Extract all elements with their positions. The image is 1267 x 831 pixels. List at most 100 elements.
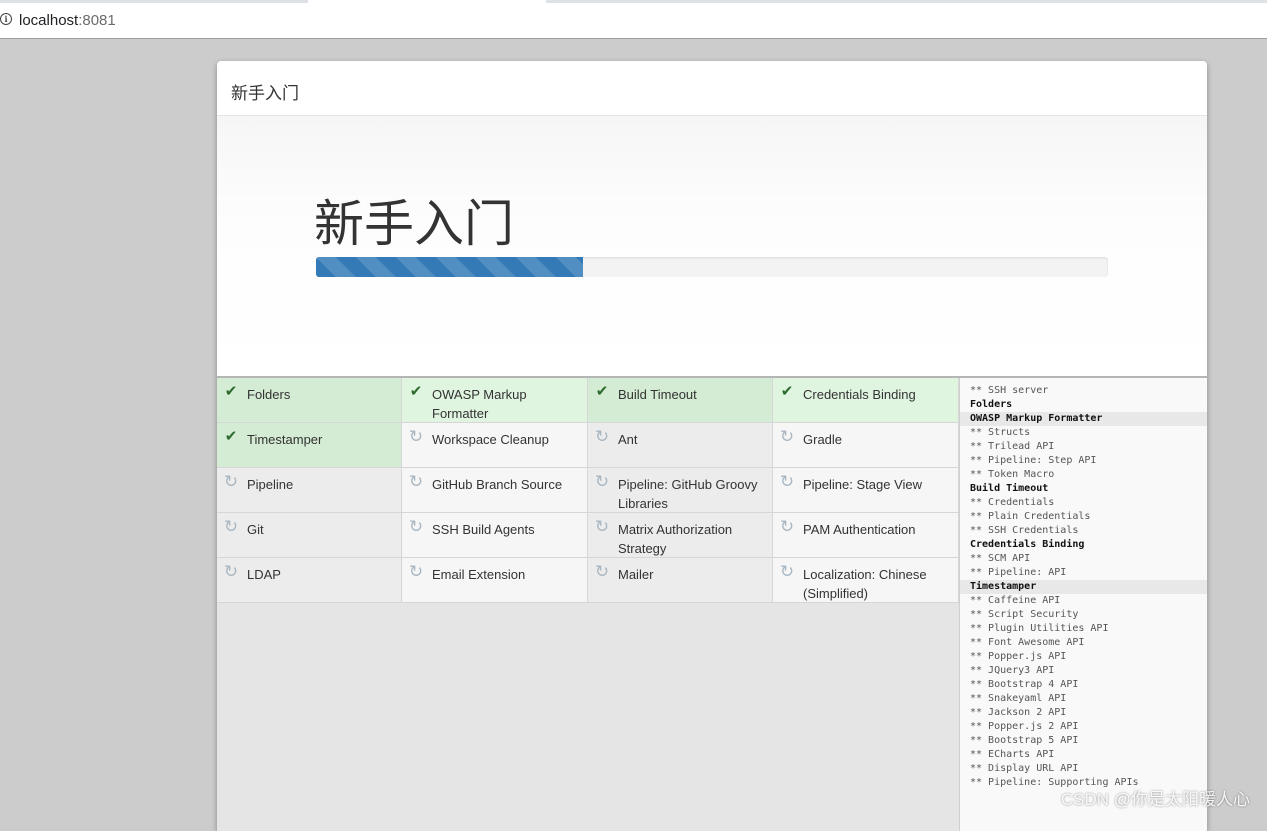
log-dependency-line: ** Popper.js API [970,651,1067,662]
plugin-name: Folders [247,387,291,402]
plugin-name: Matrix Authorization Strategy [618,522,733,556]
plugin-name: GitHub Branch Source [432,477,563,492]
sync-icon: ↻ [594,562,610,581]
log-dependency-line: ** Pipeline: Step API [970,455,1097,466]
install-log[interactable]: ** SSH server Folders OWASP Markup Formatt… [959,378,1207,831]
plugin-cell: ✔ Timestamper [217,423,402,468]
sync-icon: ↻ [408,472,424,491]
url-text[interactable]: localhost:8081 [19,12,116,29]
plugin-grid: ✔ Folders ✔ OWASP Markup Formatter ✔ Build Ti… [217,378,959,603]
sync-icon: ↻ [408,562,424,581]
log-dependency-line: ** Popper.js 2 API [970,721,1079,732]
plugin-cell: ↻ Pipeline: Stage View [773,468,959,513]
plugin-cell: ↻ Matrix Authorization Strategy [588,513,773,558]
plugin-cell: ✔ Credentials Binding [773,378,959,423]
log-dependency-line: ** SSH Credentials [970,525,1079,536]
plugin-name: Pipeline: GitHub Groovy Libraries [618,477,758,511]
plugin-name: Workspace Cleanup [432,432,549,447]
check-icon: ✔ [595,383,609,400]
check-icon: ✔ [224,428,238,445]
sync-icon: ↻ [779,562,795,581]
plugin-cell: ↻ Mailer [588,558,773,603]
dialog-title: 新手入门 [231,84,299,103]
plugin-name: Pipeline [247,477,294,492]
plugin-name: Mailer [618,567,654,582]
sync-icon: ↻ [223,517,239,536]
plugin-cell: ↻ Email Extension [402,558,588,603]
log-dependency-line: ** Jackson 2 API [970,707,1067,718]
log-plugin-line: Folders [970,399,1013,410]
sync-icon: ↻ [408,427,424,446]
log-dependency-line: ** JQuery3 API [970,665,1055,676]
sync-icon: ↻ [223,472,239,491]
plugin-cell: ✔ Build Timeout [588,378,773,423]
log-dependency-line: ** Bootstrap 4 API [970,679,1079,690]
sync-icon: ↻ [594,472,610,491]
address-bar[interactable]: i localhost:8081 [0,3,1267,39]
sync-icon: ↻ [223,562,239,581]
hero-panel: 新手入门 [217,116,1207,378]
log-plugin-line: Timestamper [960,580,1207,594]
log-dependency-line: ** Pipeline: API [970,567,1067,578]
sync-icon: ↻ [594,427,610,446]
dialog-header: 新手入门 [217,61,1207,116]
plugin-cell: ↻ Localization: Chinese (Simplified) [773,558,959,603]
plugin-cell: ↻ SSH Build Agents [402,513,588,558]
log-dependency-line: ** Trilead API [970,441,1055,452]
log-dependency-line: ** Structs [970,427,1031,438]
plugin-name: Pipeline: Stage View [803,477,923,492]
plugin-cell: ✔ OWASP Markup Formatter [402,378,588,423]
check-icon: ✔ [780,383,794,400]
log-dependency-line: ** Display URL API [970,763,1079,774]
sync-icon: ↻ [779,517,795,536]
plugin-name: Credentials Binding [803,387,916,402]
sync-icon: ↻ [594,517,610,536]
plugin-cell: ↻ Git [217,513,402,558]
log-dependency-line: ** ECharts API [970,749,1055,760]
sync-icon: ↻ [408,517,424,536]
plugin-cell: ↻ LDAP [217,558,402,603]
log-dependency-line: ** Credentials [970,497,1055,508]
plugin-cell: ↻ Workspace Cleanup [402,423,588,468]
url-host: localhost [19,12,79,29]
check-icon: ✔ [409,383,423,400]
check-icon: ✔ [224,383,238,400]
plugin-name: SSH Build Agents [432,522,535,537]
install-progress-bar [316,257,583,277]
plugin-name: PAM Authentication [803,522,916,537]
plugin-name: LDAP [247,567,281,582]
plugin-cell: ↻ GitHub Branch Source [402,468,588,513]
plugin-cell: ↻ Pipeline [217,468,402,513]
hero-title: 新手入门 [314,196,514,252]
plugin-name: Ant [618,432,638,447]
log-dependency-line: ** Token Macro [970,469,1055,480]
sync-icon: ↻ [779,427,795,446]
plugin-name: Localization: Chinese (Simplified) [803,567,927,601]
sync-icon: ↻ [779,472,795,491]
plugin-name: Timestamper [247,432,323,447]
log-dependency-line: ** Caffeine API [970,595,1061,606]
log-plugin-line: Build Timeout [970,483,1049,494]
log-plugin-line: Credentials Binding [970,539,1085,550]
log-dependency-line: ** Snakeyaml API [970,693,1067,704]
log-dependency-line: ** SCM API [970,553,1031,564]
plugin-cell: ↻ Gradle [773,423,959,468]
install-progress [316,257,1108,277]
log-dependency-line: ** Plain Credentials [970,511,1091,522]
log-dependency-line: ** SSH server [970,385,1049,396]
setup-wizard-dialog: 新手入门 新手入门 ✔ Folders ✔ OWASP Markup Formatte… [217,61,1207,831]
watermark: CSDN @你是太阳暖人心 [1060,790,1250,809]
plugin-name: OWASP Markup Formatter [432,387,527,421]
log-dependency-line: ** Script Security [970,609,1079,620]
plugin-cell: ↻ Ant [588,423,773,468]
info-icon[interactable]: i [0,13,12,25]
url-port: :8081 [78,12,116,29]
log-plugin-line: OWASP Markup Formatter [960,412,1207,426]
log-dependency-line: ** Plugin Utilities API [970,623,1109,634]
plugin-cell: ↻ Pipeline: GitHub Groovy Libraries [588,468,773,513]
plugin-cell: ✔ Folders [217,378,402,423]
plugin-name: Gradle [803,432,843,447]
log-dependency-line: ** Font Awesome API [970,637,1085,648]
plugin-name: Email Extension [432,567,526,582]
plugin-name: Build Timeout [618,387,697,402]
